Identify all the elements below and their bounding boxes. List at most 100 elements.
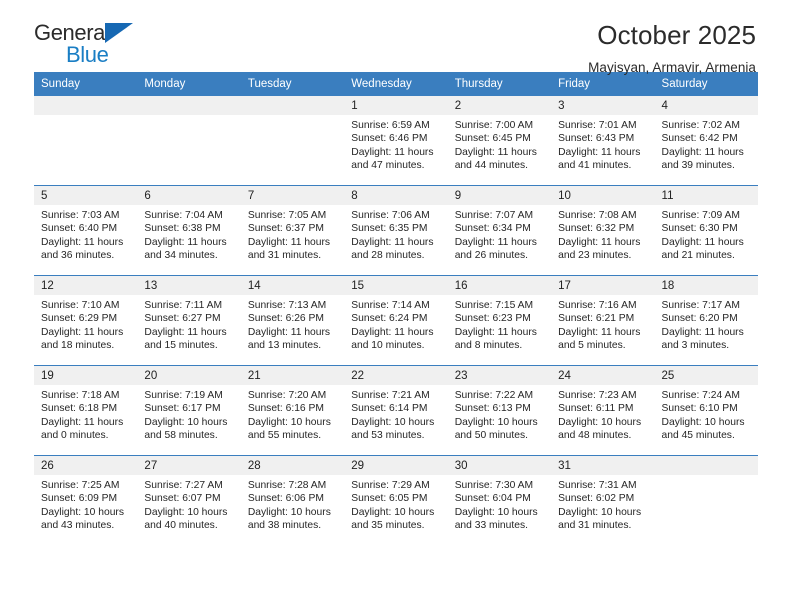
calendar-cell: 4 Sunrise: 7:02 AM Sunset: 6:42 PM Daylight…: [654, 96, 758, 186]
calendar-day[interactable]: 22 Sunrise: 7:21 AM Sunset: 6:14 PM Dayligh…: [344, 366, 448, 455]
sunrise-text: Sunrise: 7:21 AM: [351, 390, 430, 401]
calendar-day[interactable]: 25 Sunrise: 7:24 AM Sunset: 6:10 PM Dayligh…: [654, 366, 758, 455]
calendar-day[interactable]: 18 Sunrise: 7:17 AM Sunset: 6:20 PM Dayligh…: [654, 276, 758, 365]
sunrise-text: Sunrise: 7:20 AM: [247, 390, 327, 401]
calendar-cell: 18 Sunrise: 7:17 AM Sunset: 6:20 PM Dayligh…: [654, 275, 758, 366]
day-number: 27: [137, 456, 241, 475]
calendar-day[interactable]: 14 Sunrise: 7:13 AM Sunset: 6:26 PM Dayligh…: [240, 276, 345, 365]
daylight-text-line1: Daylight: 10 hours: [661, 416, 745, 428]
calendar-cell: 25 Sunrise: 7:24 AM Sunset: 6:10 PM Dayligh…: [654, 365, 758, 456]
daylight-text-line1: Daylight: 10 hours: [144, 416, 228, 428]
daylight-text-line2: and 8 minutes.: [454, 339, 523, 351]
weekday-header-thursday: Thursday: [447, 72, 552, 96]
sunset-text: Sunset: 6:40 PM: [41, 223, 118, 235]
calendar-day-empty: [34, 96, 138, 185]
calendar-day[interactable]: 31 Sunrise: 7:31 AM Sunset: 6:02 PM Dayligh…: [551, 456, 655, 545]
calendar-day[interactable]: 7 Sunrise: 7:05 AM Sunset: 6:37 PM Daylight…: [240, 186, 345, 275]
daylight-text-line1: Daylight: 10 hours: [454, 506, 538, 518]
calendar-day[interactable]: 29 Sunrise: 7:29 AM Sunset: 6:05 PM Dayligh…: [344, 456, 448, 545]
sunrise-text: Sunrise: 7:30 AM: [454, 480, 534, 491]
calendar-day[interactable]: 17 Sunrise: 7:16 AM Sunset: 6:21 PM Dayligh…: [551, 276, 655, 365]
calendar-day[interactable]: 19 Sunrise: 7:18 AM Sunset: 6:18 PM Dayligh…: [34, 366, 138, 455]
calendar-cell: 30 Sunrise: 7:30 AM Sunset: 6:04 PM Dayligh…: [447, 455, 552, 545]
calendar-day[interactable]: 28 Sunrise: 7:28 AM Sunset: 6:06 PM Dayligh…: [240, 456, 345, 545]
calendar-day[interactable]: 10 Sunrise: 7:08 AM Sunset: 6:32 PM Dayligh…: [551, 186, 655, 275]
calendar-cell: 17 Sunrise: 7:16 AM Sunset: 6:21 PM Dayligh…: [551, 275, 655, 366]
calendar-cell: 19 Sunrise: 7:18 AM Sunset: 6:18 PM Dayligh…: [34, 365, 138, 456]
daylight-text-line2: and 18 minutes.: [41, 339, 115, 351]
sunrise-text: Sunrise: 7:16 AM: [558, 300, 637, 311]
sunset-text: Sunset: 6:34 PM: [454, 223, 531, 235]
brand-name-bottom: Blue: [66, 42, 109, 67]
calendar-day[interactable]: 20 Sunrise: 7:19 AM Sunset: 6:17 PM Dayligh…: [137, 366, 241, 455]
daylight-text-line1: Daylight: 10 hours: [247, 416, 331, 428]
calendar-day[interactable]: 30 Sunrise: 7:30 AM Sunset: 6:04 PM Dayligh…: [447, 456, 552, 545]
calendar-day[interactable]: 13 Sunrise: 7:11 AM Sunset: 6:27 PM Dayligh…: [137, 276, 241, 365]
calendar-day[interactable]: 8 Sunrise: 7:06 AM Sunset: 6:35 PM Daylight…: [344, 186, 448, 275]
sunrise-text: Sunrise: 7:14 AM: [351, 300, 430, 311]
daylight-text-line2: and 31 minutes.: [558, 519, 632, 531]
brand-logo[interactable]: General Blue: [34, 22, 146, 74]
sunset-text: Sunset: 6:05 PM: [351, 493, 428, 505]
day-number: 21: [240, 366, 345, 385]
sunrise-text: Sunrise: 7:17 AM: [661, 300, 740, 311]
day-number: 31: [551, 456, 655, 475]
calendar-day[interactable]: 21 Sunrise: 7:20 AM Sunset: 6:16 PM Dayligh…: [240, 366, 345, 455]
sunrise-text: Sunrise: 7:02 AM: [661, 120, 740, 131]
calendar-day[interactable]: 16 Sunrise: 7:15 AM Sunset: 6:23 PM Dayligh…: [447, 276, 552, 365]
day-details: Sunrise: 7:25 AM Sunset: 6:09 PM Daylight:…: [34, 475, 137, 532]
daylight-text-line1: Daylight: 11 hours: [558, 146, 641, 158]
sunset-text: Sunset: 6:21 PM: [558, 313, 635, 325]
calendar-day[interactable]: 6 Sunrise: 7:04 AM Sunset: 6:38 PM Daylight…: [137, 186, 241, 275]
calendar-day[interactable]: 12 Sunrise: 7:10 AM Sunset: 6:29 PM Dayligh…: [34, 276, 138, 365]
calendar-day[interactable]: 2 Sunrise: 7:00 AM Sunset: 6:45 PM Daylight…: [447, 96, 552, 185]
sunrise-text: Sunrise: 7:18 AM: [41, 390, 120, 401]
day-details: Sunrise: 7:18 AM Sunset: 6:18 PM Daylight:…: [34, 385, 137, 442]
sunset-text: Sunset: 6:29 PM: [41, 313, 118, 325]
day-details: Sunrise: 7:22 AM Sunset: 6:13 PM Daylight:…: [448, 385, 551, 442]
day-details: Sunrise: 7:11 AM Sunset: 6:27 PM Daylight:…: [137, 295, 240, 352]
day-details: Sunrise: 7:14 AM Sunset: 6:24 PM Daylight:…: [344, 295, 447, 352]
sunset-text: Sunset: 6:10 PM: [661, 403, 738, 415]
daylight-text-line1: Daylight: 11 hours: [247, 326, 331, 338]
daylight-text-line2: and 50 minutes.: [454, 429, 528, 441]
sunset-text: Sunset: 6:32 PM: [558, 223, 635, 235]
sunset-text: Sunset: 6:26 PM: [247, 313, 324, 325]
calendar-day[interactable]: 26 Sunrise: 7:25 AM Sunset: 6:09 PM Dayligh…: [34, 456, 138, 545]
calendar-day[interactable]: 9 Sunrise: 7:07 AM Sunset: 6:34 PM Daylight…: [447, 186, 552, 275]
day-details: Sunrise: 7:31 AM Sunset: 6:02 PM Daylight:…: [551, 475, 654, 532]
calendar-day[interactable]: 4 Sunrise: 7:02 AM Sunset: 6:42 PM Daylight…: [654, 96, 758, 185]
sunset-text: Sunset: 6:11 PM: [558, 403, 634, 415]
sunrise-text: Sunrise: 7:01 AM: [558, 120, 637, 131]
calendar-page: General Blue October 2025 Mayisyan, Arma…: [0, 0, 792, 612]
day-number: 13: [137, 276, 241, 295]
daylight-text-line1: Daylight: 11 hours: [661, 236, 744, 248]
calendar-day[interactable]: 3 Sunrise: 7:01 AM Sunset: 6:43 PM Daylight…: [551, 96, 655, 185]
calendar-day[interactable]: 5 Sunrise: 7:03 AM Sunset: 6:40 PM Daylight…: [34, 186, 138, 275]
calendar-day[interactable]: 23 Sunrise: 7:22 AM Sunset: 6:13 PM Dayligh…: [447, 366, 552, 455]
day-number: 17: [551, 276, 655, 295]
calendar-week-row: 5 Sunrise: 7:03 AM Sunset: 6:40 PM Daylight…: [34, 185, 758, 276]
sunrise-text: Sunrise: 7:19 AM: [144, 390, 223, 401]
calendar-day[interactable]: 27 Sunrise: 7:27 AM Sunset: 6:07 PM Dayligh…: [137, 456, 241, 545]
weekday-header-friday: Friday: [551, 72, 655, 96]
sunset-text: Sunset: 6:27 PM: [144, 313, 221, 325]
sunset-text: Sunset: 6:43 PM: [558, 133, 635, 145]
calendar-day[interactable]: 15 Sunrise: 7:14 AM Sunset: 6:24 PM Dayligh…: [344, 276, 448, 365]
sunset-text: Sunset: 6:37 PM: [247, 223, 324, 235]
calendar-cell: 29 Sunrise: 7:29 AM Sunset: 6:05 PM Dayligh…: [344, 455, 448, 545]
daylight-text-line1: Daylight: 11 hours: [144, 326, 227, 338]
daylight-text-line1: Daylight: 11 hours: [41, 416, 124, 428]
calendar-day[interactable]: 1 Sunrise: 6:59 AM Sunset: 6:46 PM Daylight…: [344, 96, 448, 185]
calendar-day[interactable]: 24 Sunrise: 7:23 AM Sunset: 6:11 PM Dayligh…: [551, 366, 655, 455]
day-number: 19: [34, 366, 138, 385]
calendar-cell: 10 Sunrise: 7:08 AM Sunset: 6:32 PM Dayligh…: [551, 185, 655, 276]
day-number: 29: [344, 456, 448, 475]
calendar-day[interactable]: 11 Sunrise: 7:09 AM Sunset: 6:30 PM Dayligh…: [654, 186, 758, 275]
day-number: 5: [34, 186, 138, 205]
day-number: 23: [447, 366, 552, 385]
daylight-text-line1: Daylight: 11 hours: [144, 236, 227, 248]
daylight-text-line2: and 13 minutes.: [247, 339, 322, 351]
sunset-text: Sunset: 6:24 PM: [351, 313, 428, 325]
day-details: Sunrise: 7:24 AM Sunset: 6:10 PM Daylight:…: [655, 385, 758, 442]
